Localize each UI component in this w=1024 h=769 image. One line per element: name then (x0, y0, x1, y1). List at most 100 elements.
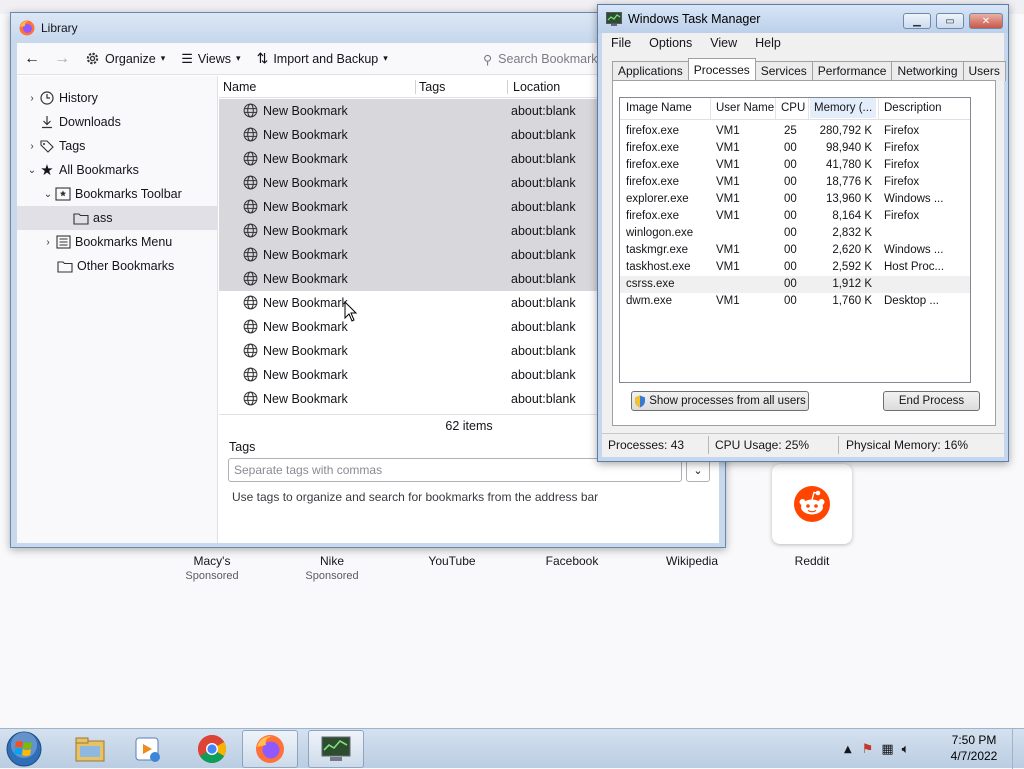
show-hidden-icons-icon[interactable]: ▲ (844, 744, 852, 755)
tab-services[interactable]: Services (754, 61, 813, 81)
process-row[interactable]: firefox.exe VM1 00 98,940 K Firefox (620, 140, 970, 157)
globe-icon (243, 391, 258, 409)
shortcut-label[interactable]: Macy's (157, 554, 267, 568)
bookmark-location: about:blank (511, 176, 576, 190)
process-row[interactable]: firefox.exe VM1 00 18,776 K Firefox (620, 174, 970, 191)
volume-icon[interactable]: 🔈︎ (902, 742, 910, 757)
menu-options[interactable]: Options (640, 36, 701, 50)
column-header-cpu[interactable]: CPU (781, 102, 805, 114)
column-separator[interactable] (415, 80, 416, 94)
reddit-shortcut-tile[interactable] (772, 464, 852, 544)
sidebar-item-history[interactable]: › History (17, 86, 217, 110)
column-separator[interactable] (878, 98, 879, 120)
sidebar-item-ass-folder[interactable]: ass (17, 206, 217, 230)
views-button[interactable]: ☰ Views ▾ (173, 46, 248, 72)
process-cpu: 00 (784, 176, 797, 188)
taskbar-media-player[interactable] (120, 730, 176, 768)
show-desktop-button[interactable] (1012, 729, 1024, 769)
process-cpu: 00 (784, 159, 797, 171)
shortcut-sponsored: Sponsored (305, 570, 359, 582)
back-button[interactable]: ← (17, 46, 47, 72)
process-row[interactable]: firefox.exe VM1 00 41,780 K Firefox (620, 157, 970, 174)
column-header-name[interactable]: Name (223, 80, 256, 94)
menu-file[interactable]: File (602, 36, 640, 50)
column-header-memory[interactable]: Memory (... (810, 98, 877, 118)
show-all-processes-button[interactable]: Show processes from all users (631, 391, 809, 411)
process-user-name: VM1 (716, 142, 740, 154)
process-row[interactable]: dwm.exe VM1 00 1,760 K Desktop ... (620, 293, 970, 310)
process-row[interactable]: csrss.exe 00 1,912 K (620, 276, 970, 293)
process-memory: 18,776 K (825, 176, 872, 188)
taskbar-chrome[interactable] (184, 730, 240, 768)
tab-users[interactable]: Users (962, 61, 1006, 81)
column-separator[interactable] (710, 98, 711, 120)
process-row[interactable]: taskhost.exe VM1 00 2,592 K Host Proc... (620, 259, 970, 276)
twisty-collapsed-icon[interactable]: › (25, 93, 39, 104)
status-separator (708, 436, 709, 454)
process-memory: 2,832 K (832, 227, 872, 239)
list-view-icon: ☰ (181, 50, 193, 66)
tab-applications[interactable]: Applications (612, 61, 689, 81)
process-row[interactable]: taskmgr.exe VM1 00 2,620 K Windows ... (620, 242, 970, 259)
menu-help[interactable]: Help (746, 36, 790, 50)
end-process-button[interactable]: End Process (883, 391, 980, 411)
twisty-expanded-icon[interactable]: ⌄ (25, 165, 39, 176)
process-row[interactable]: firefox.exe VM1 00 8,164 K Firefox (620, 208, 970, 225)
tab-performance[interactable]: Performance (811, 61, 893, 81)
tab-processes[interactable]: Processes (687, 58, 756, 80)
start-button[interactable] (4, 730, 44, 768)
menu-view[interactable]: View (701, 36, 746, 50)
sidebar-item-other-bookmarks[interactable]: Other Bookmarks (17, 254, 217, 278)
sidebar-item-bookmarks-toolbar[interactable]: ⌄ Bookmarks Toolbar (17, 182, 217, 206)
column-header-description[interactable]: Description (884, 102, 942, 114)
twisty-collapsed-icon[interactable]: › (25, 141, 39, 152)
process-row[interactable]: firefox.exe VM1 25 280,792 K Firefox (620, 123, 970, 140)
taskbar-task-manager[interactable] (308, 730, 364, 768)
tags-icon (39, 138, 55, 154)
taskbar-explorer[interactable] (62, 730, 118, 768)
process-list-header: Image Name User Name CPU Memory (... Des… (620, 98, 970, 120)
column-header-image-name[interactable]: Image Name (626, 102, 692, 114)
process-row[interactable]: winlogon.exe 00 2,832 K (620, 225, 970, 242)
column-separator[interactable] (775, 98, 776, 120)
chrome-icon (198, 735, 226, 763)
process-row[interactable]: explorer.exe VM1 00 13,960 K Windows ... (620, 191, 970, 208)
shortcut-label[interactable]: Reddit (757, 554, 867, 568)
process-image-name: firefox.exe (626, 159, 680, 171)
bookmark-location: about:blank (511, 152, 576, 166)
shortcut-label[interactable]: Facebook (517, 554, 627, 568)
bookmark-name: New Bookmark (263, 152, 348, 166)
taskbar-clock[interactable]: 7:50 PM 4/7/2022 (942, 732, 1006, 764)
process-memory: 98,940 K (825, 142, 872, 154)
column-separator[interactable] (507, 80, 508, 94)
minimize-button[interactable]: ▁ (903, 13, 931, 29)
column-header-location[interactable]: Location (513, 80, 560, 94)
close-button[interactable]: ✕ (969, 13, 1003, 29)
column-separator[interactable] (808, 98, 809, 120)
sidebar-item-all-bookmarks[interactable]: ⌄ ★ All Bookmarks (17, 158, 217, 182)
process-user-name: VM1 (716, 125, 740, 137)
status-cpu: CPU Usage: 25% (715, 438, 810, 452)
column-header-tags[interactable]: Tags (419, 80, 445, 94)
twisty-expanded-icon[interactable]: ⌄ (41, 189, 55, 200)
bookmark-location: about:blank (511, 320, 576, 334)
forward-button[interactable]: → (47, 46, 77, 72)
taskbar-firefox[interactable] (242, 730, 298, 768)
tab-networking[interactable]: Networking (891, 61, 964, 81)
shortcut-label[interactable]: Nike (277, 554, 387, 568)
folder-icon (73, 210, 89, 226)
import-backup-button[interactable]: ⇅ Import and Backup ▾ (249, 46, 396, 72)
sidebar-item-downloads[interactable]: Downloads (17, 110, 217, 134)
sidebar-item-tags[interactable]: › Tags (17, 134, 217, 158)
action-center-flag-icon[interactable]: ⚑ (862, 742, 874, 757)
shortcut-label[interactable]: YouTube (397, 554, 507, 568)
column-header-user-name[interactable]: User Name (716, 102, 774, 114)
organize-button[interactable]: Organize ▾ (77, 46, 173, 72)
bookmark-name: New Bookmark (263, 272, 348, 286)
twisty-collapsed-icon[interactable]: › (41, 237, 55, 248)
network-icon[interactable]: ▦ (881, 742, 893, 757)
maximize-button[interactable]: ▭ (936, 13, 964, 29)
sidebar-item-bookmarks-menu[interactable]: › Bookmarks Menu (17, 230, 217, 254)
shortcut-label[interactable]: Wikipedia (637, 554, 747, 568)
bookmark-name: New Bookmark (263, 368, 348, 382)
